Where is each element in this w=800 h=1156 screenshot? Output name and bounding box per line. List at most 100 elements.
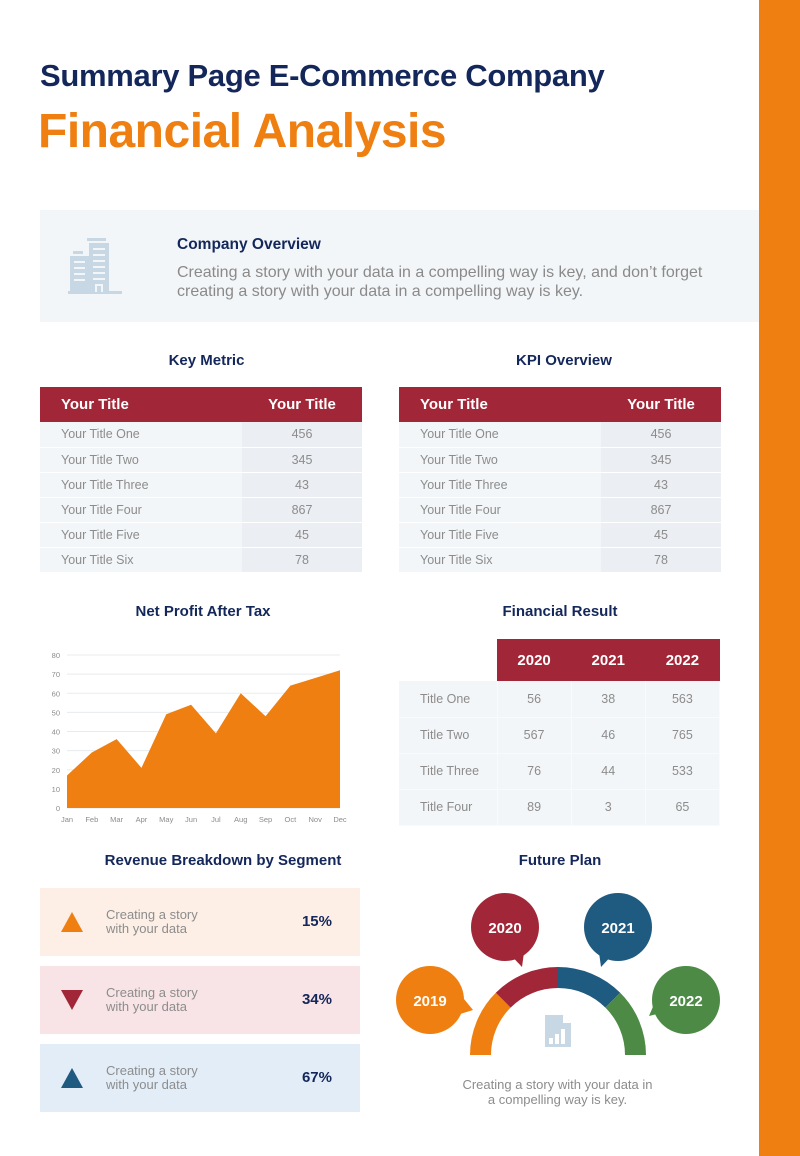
x-tick-label: Jul xyxy=(211,815,221,824)
y-tick-label: 10 xyxy=(52,785,60,794)
cell-value: 44 xyxy=(571,753,646,790)
chart-x-axis: Jan Feb Mar Apr May Jun Jul Aug Sep Oct Nov Dec xyxy=(61,815,347,824)
building-icon xyxy=(68,238,122,294)
y-tick-label: 60 xyxy=(52,689,60,698)
kpi-overview-table: Your Title Your Title Your Title One 456 … xyxy=(399,387,721,573)
column-header: Your Title xyxy=(601,387,721,422)
segment-percentage: 34% xyxy=(301,991,332,1008)
x-tick-label: Mar xyxy=(110,815,123,824)
report-chart-icon xyxy=(545,1015,571,1047)
table-row: Your Title Two 345 xyxy=(399,447,721,473)
table-row: Title Three 76 44 533 xyxy=(399,753,721,790)
arc-segment-2019 xyxy=(470,992,511,1055)
segment-percentage: 15% xyxy=(301,913,332,930)
x-tick-label: Jun xyxy=(185,815,197,824)
table-row: Your Title Four 867 xyxy=(399,497,721,523)
arc-segment-2020 xyxy=(495,967,558,1008)
row-label: Your Title Four xyxy=(40,497,242,523)
arc-segment-2022 xyxy=(605,992,646,1055)
table-row: Your Title Four 867 xyxy=(40,497,362,523)
y-tick-label: 30 xyxy=(52,747,60,756)
table-row: Your Title Three 43 xyxy=(399,472,721,498)
cell-value: 765 xyxy=(645,717,721,754)
table-header-row: Your Title Your Title xyxy=(399,387,721,422)
row-label: Your Title One xyxy=(399,422,601,448)
orange-side-bar xyxy=(759,0,800,1156)
future-plan-title: Future Plan xyxy=(518,852,602,869)
segment-percentage: 67% xyxy=(301,1069,332,1086)
x-tick-label: Jan xyxy=(61,815,73,824)
row-label: Your Title Five xyxy=(40,522,242,548)
x-tick-label: Apr xyxy=(136,815,148,824)
row-value: 867 xyxy=(601,497,721,523)
row-value: 43 xyxy=(242,472,362,498)
svg-text:2022: 2022 xyxy=(669,993,702,1010)
table-row: Your Title Three 43 xyxy=(40,472,362,498)
table-row: Your Title Two 345 xyxy=(40,447,362,473)
row-label: Your Title One xyxy=(40,422,242,448)
table-row: Your Title Six 78 xyxy=(399,547,721,573)
key-metric-table: Your Title Your Title Your Title One 456 … xyxy=(40,387,362,573)
table-header-row: 2020 2021 2022 xyxy=(399,639,720,681)
chart-area-layer xyxy=(66,670,341,808)
future-plan-caption: Creating a story with your data in a com… xyxy=(462,1077,653,1107)
x-tick-label: Feb xyxy=(85,815,98,824)
column-header: Your Title xyxy=(40,387,242,422)
milestone-bubble-2022: 2022 xyxy=(649,966,720,1034)
chart-y-axis: 0 10 20 30 40 50 60 70 80 xyxy=(52,651,60,813)
row-label: Your Title Three xyxy=(40,472,242,498)
y-tick-label: 70 xyxy=(52,670,60,679)
x-tick-label: Dec xyxy=(333,815,347,824)
column-header: Your Title xyxy=(399,387,601,422)
row-value: 345 xyxy=(601,447,721,473)
y-tick-label: 50 xyxy=(52,708,60,717)
triangle-up-icon xyxy=(61,1068,83,1088)
kpi-overview-title: KPI Overview xyxy=(516,352,612,369)
row-label: Title Four xyxy=(399,789,498,826)
table-row: Title Four 89 3 65 xyxy=(399,789,721,826)
table-row: Your Title Five 45 xyxy=(399,522,721,548)
cell-value: 38 xyxy=(571,681,646,718)
row-value: 43 xyxy=(601,472,721,498)
x-tick-label: Aug xyxy=(234,815,247,824)
row-value: 456 xyxy=(601,422,721,448)
row-value: 345 xyxy=(242,447,362,473)
cell-value: 563 xyxy=(645,681,721,718)
segment-card: Creating a story with your data 15% xyxy=(40,888,360,956)
year-header: 2021 xyxy=(571,639,646,681)
financial-result-table: 2020 2021 2022 Title One 56 38 563 Title… xyxy=(399,639,721,826)
svg-text:2019: 2019 xyxy=(413,993,446,1010)
net-profit-area-chart: 0 10 20 30 40 50 60 70 80 Jan Feb Mar Apr May Jun Jul A… xyxy=(52,651,347,824)
year-header: 2020 xyxy=(497,639,572,681)
row-label: Your Title Two xyxy=(40,447,242,473)
company-overview-panel: Company Overview Creating a story with y… xyxy=(40,210,759,322)
milestone-bubble-2021: 2021 xyxy=(584,893,652,967)
row-value: 867 xyxy=(242,497,362,523)
page-subtitle: Summary Page E-Commerce Company xyxy=(40,58,605,93)
y-tick-label: 40 xyxy=(52,728,60,737)
y-tick-label: 20 xyxy=(52,766,60,775)
cell-value: 76 xyxy=(497,753,572,790)
triangle-up-icon xyxy=(61,912,83,932)
cell-value: 46 xyxy=(571,717,646,754)
row-label: Your Title Three xyxy=(399,472,601,498)
table-row: Your Title Five 45 xyxy=(40,522,362,548)
cell-value: 533 xyxy=(645,753,721,790)
cell-value: 3 xyxy=(571,789,646,826)
y-tick-label: 0 xyxy=(56,804,60,813)
triangle-down-icon xyxy=(61,990,83,1010)
x-tick-label: Nov xyxy=(309,815,323,824)
svg-text:2020: 2020 xyxy=(488,920,521,937)
table-row: Your Title One 456 xyxy=(399,422,721,448)
overview-text: Creating a story with your data in a com… xyxy=(177,264,703,300)
table-row: Title One 56 38 563 xyxy=(399,681,721,718)
column-header: Your Title xyxy=(242,387,362,422)
row-value: 45 xyxy=(242,522,362,548)
row-label: Your Title Four xyxy=(399,497,601,523)
milestone-bubble-2019: 2019 xyxy=(396,966,473,1034)
financial-result-title: Financial Result xyxy=(502,603,618,620)
segment-text: Creating a story with your data xyxy=(106,1063,198,1092)
cell-value: 89 xyxy=(497,789,572,826)
revenue-breakdown-title: Revenue Breakdown by Segment xyxy=(104,852,342,869)
key-metric-title: Key Metric xyxy=(168,352,245,369)
